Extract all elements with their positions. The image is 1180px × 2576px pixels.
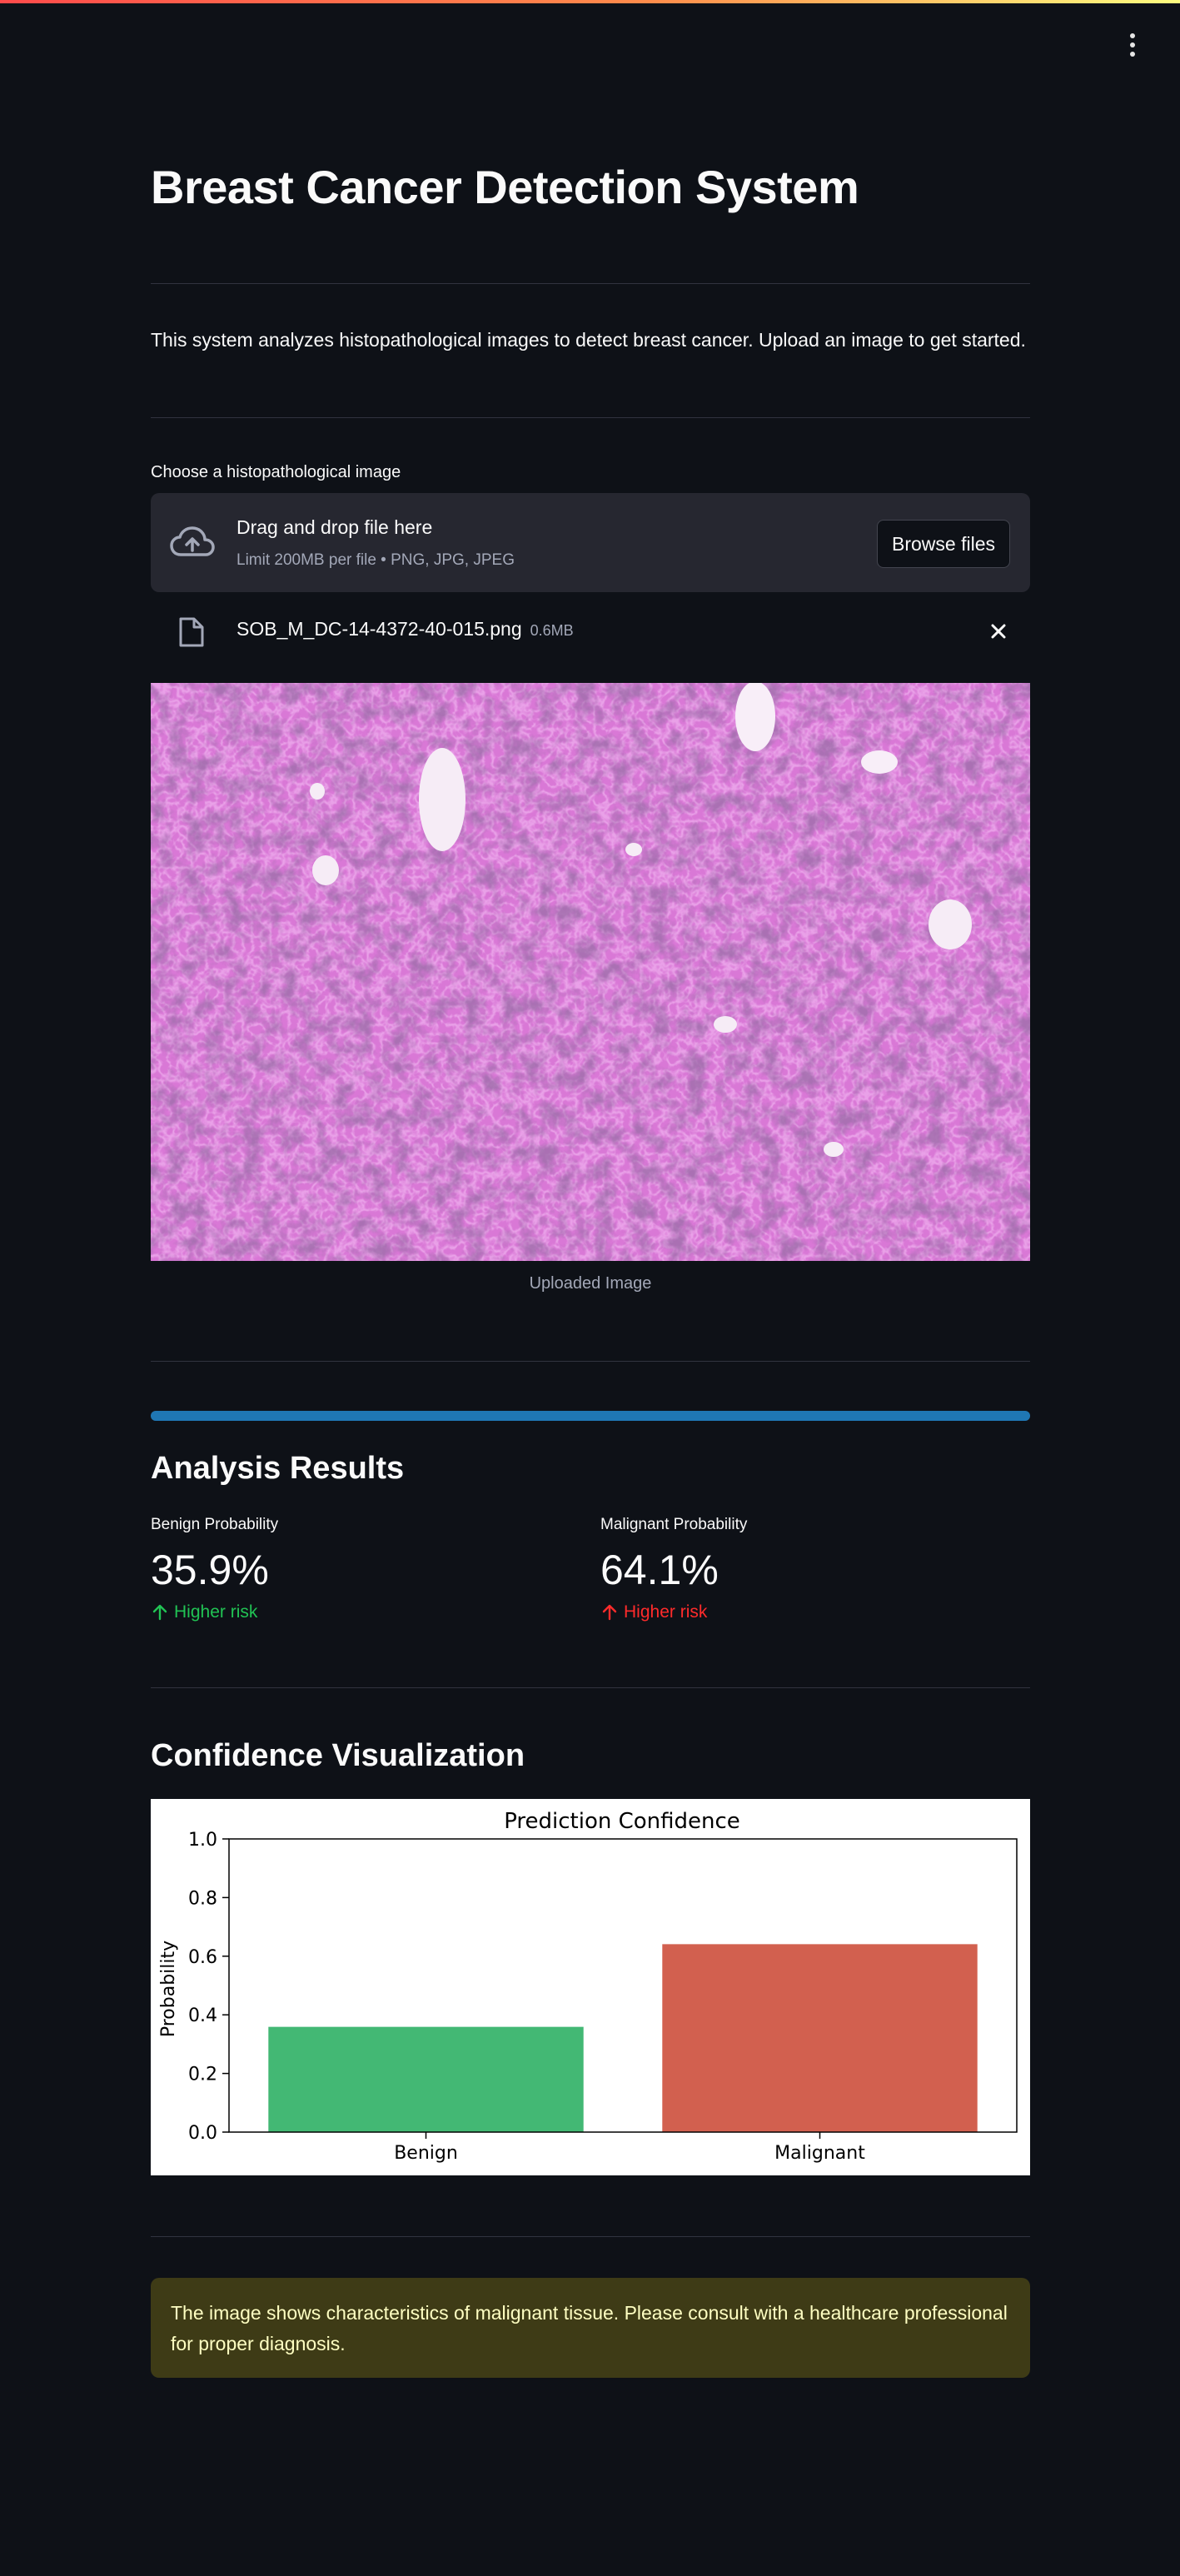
malignant-metric-value: 64.1% xyxy=(600,1547,719,1593)
uploader-label: Choose a histopathological image xyxy=(151,463,401,481)
chart-title: Prediction Confidence xyxy=(504,1809,740,1834)
bar-benign xyxy=(268,2026,584,2132)
file-dropzone[interactable]: Drag and drop file here Limit 200MB per … xyxy=(151,493,1030,592)
y-tick-label: 0.0 xyxy=(188,2123,217,2144)
intro-text: This system analyzes histopathological i… xyxy=(151,329,1026,351)
benign-delta-text: Higher risk xyxy=(174,1602,258,1622)
app-decoration-bar xyxy=(0,0,1180,3)
x-tick-label: Benign xyxy=(394,2143,458,2164)
image-caption: Uploaded Image xyxy=(529,1274,652,1293)
divider xyxy=(151,417,1030,418)
benign-metric-label: Benign Probability xyxy=(151,1516,279,1533)
remove-file-close-icon[interactable] xyxy=(983,616,1013,646)
y-tick-label: 0.4 xyxy=(188,2005,217,2026)
malignant-metric: Malignant Probability 64.1% Higher risk xyxy=(600,1516,1017,1622)
benign-metric-delta: Higher risk xyxy=(151,1602,567,1622)
y-tick-label: 1.0 xyxy=(188,1830,217,1851)
cloud-upload-icon xyxy=(170,526,215,556)
benign-metric: Benign Probability 35.9% Higher risk xyxy=(151,1516,567,1622)
confidence-bar-chart: Prediction Confidence Probability 0.0 0.2… xyxy=(151,1799,1030,2175)
file-size: 0.6MB xyxy=(530,622,574,639)
uploaded-file-name: SOB_M_DC-14-4372-40-015.png 0.6MB xyxy=(236,618,574,640)
y-tick-label: 0.2 xyxy=(188,2065,217,2085)
file-icon xyxy=(179,617,204,647)
bar-malignant xyxy=(662,1944,978,2132)
page-title: Breast Cancer Detection System xyxy=(151,161,859,213)
y-tick-label: 0.6 xyxy=(188,1947,217,1968)
uploaded-histology-image xyxy=(151,683,1030,1261)
browse-files-button[interactable]: Browse files xyxy=(877,520,1010,568)
file-name-text: SOB_M_DC-14-4372-40-015.png xyxy=(236,618,522,640)
dropzone-subtitle: Limit 200MB per file • PNG, JPG, JPEG xyxy=(236,551,515,569)
alert-text: The image shows characteristics of malig… xyxy=(171,2302,1008,2354)
divider xyxy=(151,1361,1030,1362)
dropzone-title: Drag and drop file here xyxy=(236,516,433,538)
divider xyxy=(151,2236,1030,2237)
kebab-menu-icon[interactable] xyxy=(1114,28,1151,62)
chart-svg: Prediction Confidence Probability 0.0 0.2… xyxy=(158,1809,1018,2164)
warning-alert: The image shows characteristics of malig… xyxy=(151,2278,1030,2378)
arrow-up-icon xyxy=(152,1604,167,1621)
divider xyxy=(151,1687,1030,1688)
progress-fill xyxy=(151,1411,1030,1421)
malignant-metric-delta: Higher risk xyxy=(600,1602,1017,1622)
chart-ylabel: Probability xyxy=(158,1941,179,2037)
malignant-delta-text: Higher risk xyxy=(624,1602,708,1622)
divider xyxy=(151,283,1030,284)
results-heading: Analysis Results xyxy=(151,1451,405,1486)
x-tick-label: Malignant xyxy=(774,2143,865,2164)
visualization-heading: Confidence Visualization xyxy=(151,1738,525,1773)
uploaded-file-row: SOB_M_DC-14-4372-40-015.png 0.6MB xyxy=(151,608,1030,655)
analysis-progress-bar xyxy=(151,1411,1030,1421)
malignant-metric-label: Malignant Probability xyxy=(600,1516,748,1533)
y-tick-label: 0.8 xyxy=(188,1888,217,1909)
benign-metric-value: 35.9% xyxy=(151,1547,269,1593)
arrow-up-icon xyxy=(602,1604,617,1621)
